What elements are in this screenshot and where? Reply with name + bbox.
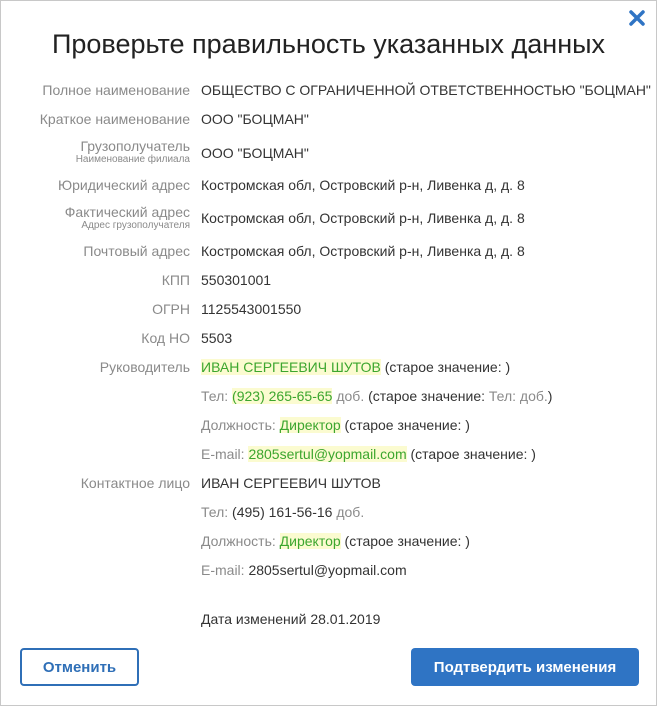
manager-email-label: E-mail: (201, 446, 245, 462)
contact-name-value: ИВАН СЕРГЕЕВИЧ ШУТОВ (201, 475, 381, 491)
contact-position-line: Должность: Директор (старое значение: ) (201, 533, 470, 549)
contact-ext-label: доб. (336, 504, 365, 520)
contact-phone-value: (495) 161-56-16 (232, 504, 333, 520)
manager-email-value: 2805sertul@yopmail.com (248, 446, 407, 462)
ogrn-label: ОГРН (152, 301, 190, 317)
dialog-title: Проверьте правильность указанных данных (51, 29, 606, 59)
code-no-label: Код НО (141, 330, 190, 346)
ogrn-value: 1125543001550 (201, 301, 302, 317)
legal-address-label: Юридический адрес (57, 177, 190, 193)
consignee-label-text: Грузополучатель (80, 138, 190, 154)
legal-address-value: Костромская обл, Островский р-н, Ливенка… (201, 177, 525, 193)
manager-name-old: (старое значение: ) (384, 359, 511, 375)
contact-email-value: 2805sertul@yopmail.com (248, 562, 407, 578)
contact-position-value: Директор (279, 533, 341, 549)
manager-name-line: ИВАН СЕРГЕЕВИЧ ШУТОВ (старое значение: ) (201, 359, 510, 375)
postal-address-value: Костромская обл, Островский р-н, Ливенка… (201, 243, 525, 259)
actual-address-label-text: Фактический адрес (64, 204, 190, 220)
manager-ext-label: доб. (336, 388, 365, 404)
manager-label: Руководитель (99, 359, 190, 375)
actual-address-value: Костромская обл, Островский р-н, Ливенка… (201, 210, 525, 226)
manager-phone-line: Тел: (923) 265-65-65 доб. (старое значен… (201, 388, 552, 404)
manager-position-label: Должность: (201, 417, 276, 433)
manager-phone-old-suffix: ) (547, 388, 553, 404)
manager-phone-value: (923) 265-65-65 (232, 388, 333, 404)
short-name-label: Краткое наименование (39, 111, 190, 127)
manager-phone-old-value: Тел: доб. (488, 388, 548, 404)
manager-position-line: Должность: Директор (старое значение: ) (201, 417, 470, 433)
confirm-changes-dialog: Проверьте правильность указанных данных … (0, 0, 657, 706)
manager-position-old: (старое значение: ) (344, 417, 470, 433)
cancel-button[interactable]: Отменить (20, 648, 139, 686)
confirm-changes-button[interactable]: Подтвердить изменения (411, 648, 639, 686)
contact-phone-label: Тел: (201, 504, 229, 520)
contact-email-label: E-mail: (201, 562, 245, 578)
manager-email-old: (старое значение: ) (410, 446, 536, 462)
consignee-label: Грузополучатель Наименование филиала (76, 138, 190, 165)
short-name-value: ООО "БОЦМАН" (201, 111, 309, 127)
manager-name-value: ИВАН СЕРГЕЕВИЧ ШУТОВ (201, 359, 381, 375)
full-name-label: Полное наименование (42, 82, 190, 98)
contact-label: Контактное лицо (80, 475, 190, 491)
actual-address-sublabel: Адрес грузополучателя (81, 220, 190, 231)
manager-phone-old-prefix: (старое значение: (368, 388, 485, 404)
kpp-value: 550301001 (201, 272, 272, 288)
code-no-value: 5503 (201, 330, 233, 346)
consignee-value: ООО "БОЦМАН" (201, 145, 309, 161)
contact-email-line: E-mail: 2805sertul@yopmail.com (201, 562, 407, 578)
close-icon[interactable] (628, 9, 646, 27)
contact-position-old: (старое значение: ) (344, 533, 470, 549)
actual-address-label: Фактический адрес Адрес грузополучателя (65, 204, 190, 231)
manager-position-value: Директор (279, 417, 341, 433)
kpp-label: КПП (161, 272, 190, 288)
manager-email-line: E-mail: 2805sertul@yopmail.com (старое з… (201, 446, 536, 462)
change-date: Дата изменений 28.01.2019 (201, 611, 381, 627)
consignee-sublabel: Наименование филиала (75, 154, 190, 165)
full-name-value: ОБЩЕСТВО С ОГРАНИЧЕННОЙ ОТВЕТСТВЕННОСТЬЮ… (201, 82, 651, 98)
postal-address-label: Почтовый адрес (83, 243, 190, 259)
contact-position-label: Должность: (201, 533, 276, 549)
manager-phone-label: Тел: (201, 388, 229, 404)
contact-phone-line: Тел: (495) 161-56-16 доб. (201, 504, 364, 520)
